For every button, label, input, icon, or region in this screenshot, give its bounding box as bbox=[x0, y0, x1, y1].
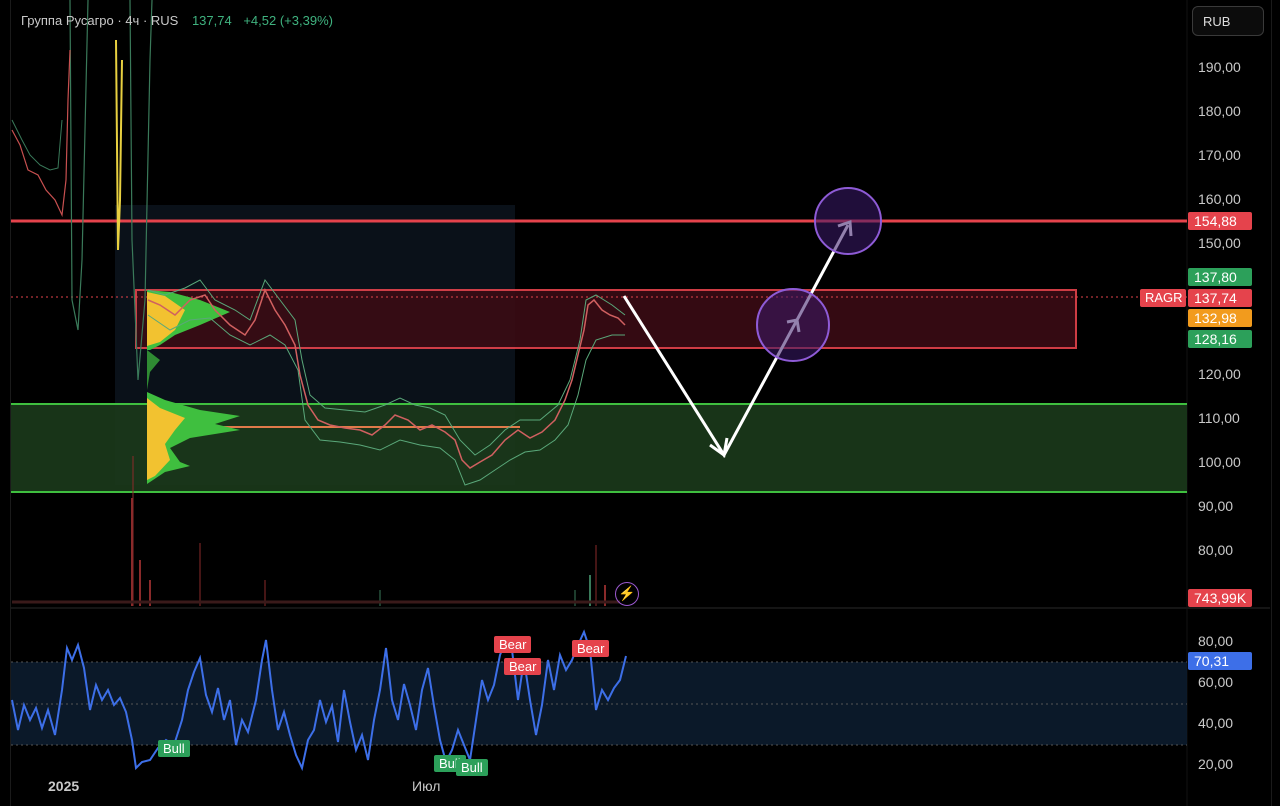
lightning-bolt-icon[interactable]: ⚡ bbox=[615, 582, 639, 606]
osc-axis-label: 80,00 bbox=[1198, 633, 1234, 649]
chart-header: Группа Русагро · 4ч · RUS 137,74 +4,52 (… bbox=[21, 13, 333, 28]
osc-axis-label: 20,00 bbox=[1198, 756, 1234, 772]
bear-signal: Bear bbox=[572, 640, 610, 657]
low-price-tag: 128,16 bbox=[1188, 330, 1252, 348]
bear-signal: Bear bbox=[504, 658, 542, 675]
high-price-tag: 137,80 bbox=[1188, 268, 1252, 286]
chart-canvas[interactable] bbox=[0, 0, 1280, 806]
symbol-tag: RAGR bbox=[1140, 289, 1186, 307]
last-price-tag: 137,74 bbox=[1188, 289, 1252, 307]
time-axis-year: 2025 bbox=[48, 778, 80, 794]
mid-price-tag: 132,98 bbox=[1188, 309, 1252, 327]
price-axis-label: 160,00 bbox=[1198, 191, 1241, 207]
symbol-title[interactable]: Группа Русагро · 4ч · RUS bbox=[21, 13, 178, 28]
price-axis-label: 110,00 bbox=[1198, 410, 1240, 426]
price-axis-label: 190,00 bbox=[1198, 59, 1241, 75]
price-axis-label: 150,00 bbox=[1198, 235, 1241, 251]
target-circle-mid[interactable] bbox=[756, 288, 830, 362]
header-price: 137,74 bbox=[191, 13, 232, 28]
bear-signal: Bear bbox=[494, 636, 532, 653]
currency-button[interactable]: RUB bbox=[1192, 6, 1264, 36]
price-axis-label: 80,00 bbox=[1198, 542, 1234, 558]
rsi-value-tag: 70,31 bbox=[1188, 652, 1252, 670]
target-circle-top[interactable] bbox=[814, 187, 882, 255]
bull-signal: Bull bbox=[158, 740, 190, 757]
price-axis-label: 100,00 bbox=[1198, 454, 1241, 470]
volume-tag: 743,99K bbox=[1188, 589, 1252, 607]
price-axis-label: 120,00 bbox=[1198, 366, 1241, 382]
bull-signal: Bull bbox=[456, 759, 488, 776]
price-axis-label: 170,00 bbox=[1198, 147, 1241, 163]
time-axis-month: Июл bbox=[412, 778, 441, 794]
resistance-price-tag: 154,88 bbox=[1188, 212, 1252, 230]
price-axis-label: 90,00 bbox=[1198, 498, 1234, 514]
header-change: +4,52 (+3,39%) bbox=[243, 13, 333, 28]
osc-axis-label: 40,00 bbox=[1198, 715, 1234, 731]
chart-app: Группа Русагро · 4ч · RUS 137,74 +4,52 (… bbox=[0, 0, 1280, 806]
osc-axis-label: 60,00 bbox=[1198, 674, 1234, 690]
price-axis-label: 180,00 bbox=[1198, 103, 1241, 119]
envelope-spike-left bbox=[69, 0, 89, 331]
